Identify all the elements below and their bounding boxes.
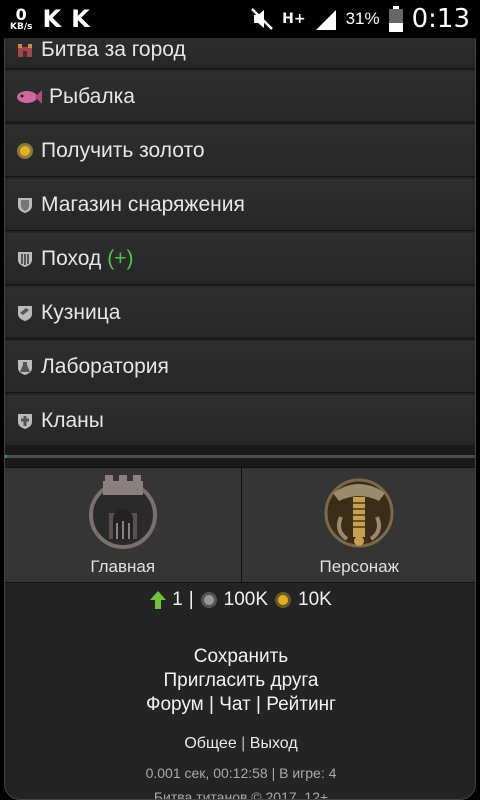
invite-friend-link[interactable]: Пригласить друга: [163, 670, 318, 691]
menu-item-label: Магазин снаряжения: [41, 192, 245, 216]
status-bar: 0 KB/s K K H+ 31% 0:13: [0, 0, 480, 38]
game-frame: Битва за город Рыбалка Получить золото М…: [4, 30, 476, 800]
menu-item-label: Кузница: [41, 300, 121, 324]
character-icon: [324, 478, 394, 548]
campaign-available-badge: (+): [107, 246, 134, 270]
silver-coin-icon: [200, 592, 217, 608]
exit-link[interactable]: Выход: [250, 735, 298, 752]
main-menu: Битва за город Рыбалка Получить золото М…: [5, 31, 475, 449]
rating-link[interactable]: Рейтинг: [266, 694, 336, 715]
general-link[interactable]: Общее: [184, 735, 236, 752]
menu-item-equipment-shop[interactable]: Магазин снаряжения: [5, 179, 475, 231]
nav-separator: |: [241, 735, 246, 752]
level-up-arrow-icon: [150, 591, 167, 609]
footer: 1 | 100K 10K Сохранить Пригласить друга …: [5, 583, 475, 800]
save-link[interactable]: Сохранить: [194, 646, 288, 667]
navigation-tiles: Главная Персонаж: [5, 467, 475, 583]
network-type-icon: H+: [282, 10, 306, 27]
battery-icon: [388, 6, 403, 32]
mute-icon: [251, 8, 274, 30]
menu-item-label: Лаборатория: [41, 354, 169, 378]
clan-icon: [15, 411, 35, 431]
silver-amount: 100K: [223, 589, 269, 610]
timing-info: 0.001 сек, 00:12:58 | В игре: 4: [145, 765, 337, 781]
fish-icon: [15, 87, 43, 107]
app-notification-icon: K: [42, 5, 62, 33]
player-level: 1: [172, 589, 183, 610]
stats-separator: |: [188, 589, 194, 610]
menu-item-fishing[interactable]: Рыбалка: [5, 71, 475, 123]
loading-progress-bar: [5, 455, 475, 458]
gold-coin-icon: [15, 141, 35, 161]
menu-item-label: Поход: [41, 246, 102, 270]
loading-progress-fill: [5, 455, 7, 458]
links-separator: |: [256, 694, 261, 715]
menu-item-label: Получить золото: [41, 138, 205, 162]
copyright: Битва титанов © 2017, 12+: [153, 789, 329, 800]
network-speed-value: 0: [15, 4, 27, 24]
player-stats: 1 | 100K 10K: [5, 589, 475, 611]
character-tile[interactable]: Персонаж: [241, 468, 475, 582]
battery-percent: 31%: [345, 9, 380, 28]
menu-item-laboratory[interactable]: Лаборатория: [5, 341, 475, 393]
app-notification-icon-2: K: [71, 5, 90, 33]
character-tile-label: Персонаж: [319, 557, 400, 576]
chat-link[interactable]: Чат: [219, 694, 251, 715]
gold-amount: 10K: [298, 589, 332, 610]
clock: 0:13: [411, 4, 470, 34]
menu-item-campaign[interactable]: Поход (+): [5, 233, 475, 285]
menu-item-get-gold[interactable]: Получить золото: [5, 125, 475, 177]
menu-item-clans[interactable]: Кланы: [5, 395, 475, 447]
tower-icon: [88, 475, 157, 549]
network-speed-indicator: 0 KB/s: [10, 4, 33, 32]
menu-item-label: Кланы: [41, 408, 104, 432]
forum-link[interactable]: Форум: [146, 694, 204, 715]
secondary-nav: Общее | Выход: [5, 735, 475, 753]
network-speed-unit: KB/s: [10, 21, 33, 32]
links-separator: |: [209, 694, 214, 715]
home-tile-label: Главная: [90, 557, 156, 576]
menu-item-forge[interactable]: Кузница: [5, 287, 475, 339]
signal-icon: [315, 10, 336, 30]
footer-links: Сохранить Пригласить друга Форум | Чат |…: [5, 645, 475, 717]
menu-item-label: Рыбалка: [49, 84, 135, 108]
anvil-icon: [15, 303, 35, 323]
castle-icon: [15, 40, 35, 60]
server-info: 0.001 сек, 00:12:58 | В игре: 4 Битва ти…: [5, 761, 475, 800]
gate-icon: [15, 249, 35, 269]
shield-icon: [15, 195, 35, 215]
gold-coin-icon: [275, 592, 292, 608]
flask-icon: [15, 357, 35, 377]
home-tile[interactable]: Главная: [5, 468, 242, 582]
menu-item-label: Битва за город: [41, 37, 186, 61]
